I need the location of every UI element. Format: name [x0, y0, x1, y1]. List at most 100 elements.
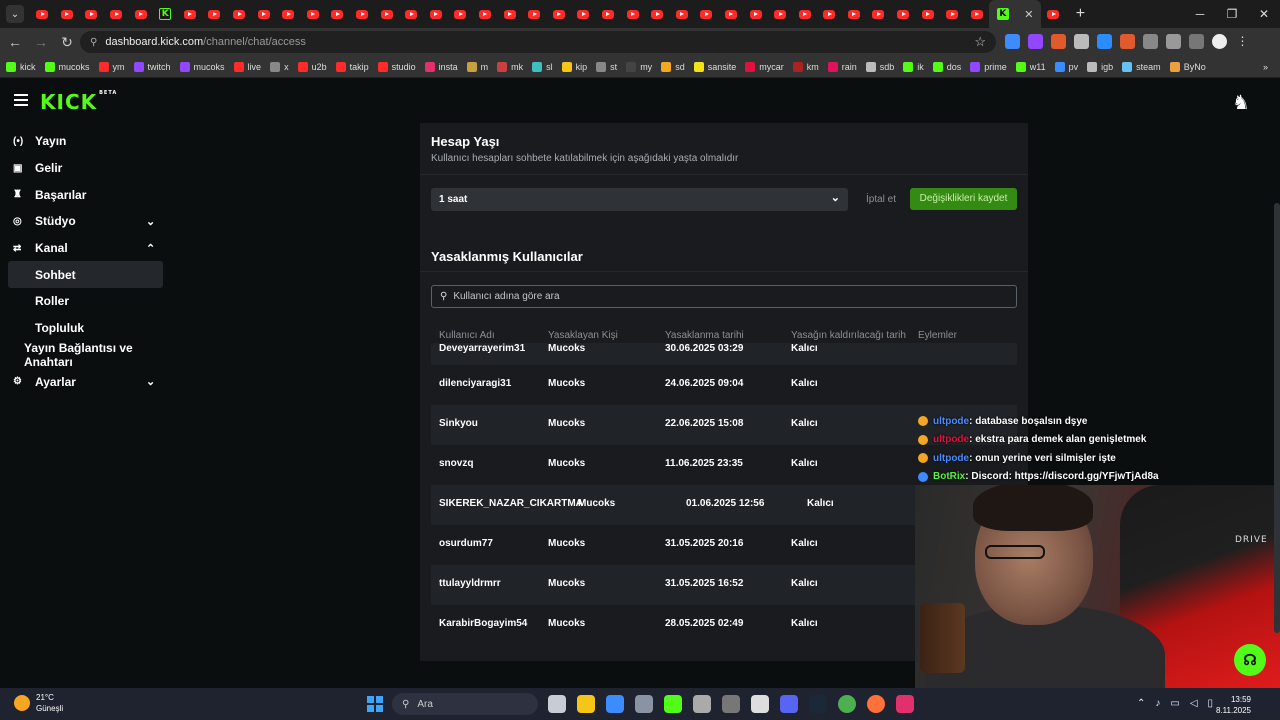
cancel-button[interactable]: İptal et	[866, 188, 896, 211]
bookmark-item[interactable]: mk	[497, 61, 523, 72]
bookmark-star-icon[interactable]: ☆	[974, 34, 986, 50]
browser-tab[interactable]	[276, 0, 301, 28]
browser-tab[interactable]	[30, 0, 55, 28]
bookmark-item[interactable]: km	[792, 61, 819, 72]
network-icon[interactable]: ▭	[1170, 698, 1179, 709]
browser-tab[interactable]	[669, 0, 694, 28]
reload-icon[interactable]: ↻	[56, 34, 78, 51]
bookmark-item[interactable]: sd	[661, 61, 685, 72]
username-search-input[interactable]: ⚲ Kullanıcı adına göre ara	[431, 285, 1017, 308]
browser-tab[interactable]	[424, 0, 449, 28]
browser-tab[interactable]	[915, 0, 940, 28]
bookmark-item[interactable]: x	[270, 61, 289, 72]
bookmark-item[interactable]: insta	[424, 61, 458, 72]
browser-tab[interactable]	[891, 0, 916, 28]
browser-tab[interactable]	[620, 0, 645, 28]
taskbar-search[interactable]: ⚲ Ara	[392, 693, 538, 715]
bookmark-item[interactable]: steam	[1122, 61, 1161, 72]
extension-icon[interactable]	[1005, 34, 1020, 49]
store-icon[interactable]	[606, 695, 624, 713]
bookmark-item[interactable]: kick	[6, 61, 36, 72]
close-window-icon[interactable]: ✕	[1248, 7, 1280, 21]
cell-username[interactable]: Sinkyou	[439, 418, 478, 429]
browser-tab[interactable]	[178, 0, 203, 28]
maximize-icon[interactable]: ❐	[1216, 7, 1248, 21]
sidebar-item-sohbet[interactable]: Sohbet	[8, 261, 163, 289]
clock[interactable]: 13:59 8.11.2025	[1216, 694, 1251, 716]
tab-search-chevron-icon[interactable]: ⌄	[6, 5, 24, 23]
browser-tab[interactable]	[227, 0, 252, 28]
browser-tab[interactable]	[202, 0, 227, 28]
cell-username[interactable]: snovzq	[439, 458, 473, 469]
account-age-select[interactable]: 1 saat ⌄	[431, 188, 848, 211]
browser-tab[interactable]	[350, 0, 375, 28]
save-changes-button[interactable]: Değişiklikleri kaydet	[910, 188, 1017, 210]
cell-username[interactable]: KarabirBogayim54	[439, 618, 527, 629]
bookmark-item[interactable]: twitch	[133, 61, 171, 72]
support-button[interactable]: ☊	[1234, 644, 1266, 676]
browser-tab[interactable]	[817, 0, 842, 28]
settings-icon[interactable]	[635, 695, 653, 713]
close-tab-icon[interactable]: ✕	[1024, 8, 1033, 21]
browser-tab[interactable]	[743, 0, 768, 28]
browser-tab[interactable]	[645, 0, 670, 28]
bookmark-item[interactable]: u2b	[297, 61, 327, 72]
app-icon[interactable]	[693, 695, 711, 713]
browser-tab[interactable]	[694, 0, 719, 28]
sidebar-item-ayarlar[interactable]: ⚙ Ayarlar ⌄	[0, 368, 170, 395]
browser-tab[interactable]	[473, 0, 498, 28]
browser-tab[interactable]: K	[153, 0, 178, 28]
bookmark-item[interactable]: my	[626, 61, 652, 72]
active-tab[interactable]: K ✕	[989, 0, 1042, 28]
browser-tab[interactable]	[79, 0, 104, 28]
menu-icon[interactable]	[14, 94, 28, 106]
bookmark-item[interactable]: prime	[970, 61, 1007, 72]
url-input[interactable]: ⚲ dashboard.kick.com/channel/chat/access…	[80, 31, 996, 53]
bookmark-item[interactable]: sdb	[865, 61, 894, 72]
app-icon[interactable]	[751, 695, 769, 713]
site-info-icon[interactable]: ⚲	[90, 37, 97, 48]
cell-username[interactable]: SIKEREK_NAZAR_CIKARTMA	[439, 498, 583, 509]
bookmark-item[interactable]: w11	[1015, 61, 1046, 72]
browser-tab[interactable]	[104, 0, 129, 28]
bookmark-item[interactable]: mucoks	[44, 61, 90, 72]
bookmark-item[interactable]: sl	[532, 61, 553, 72]
minimize-icon[interactable]: ─	[1184, 7, 1216, 21]
browser-tab[interactable]	[497, 0, 522, 28]
media-icon[interactable]	[1189, 34, 1204, 49]
chevron-up-icon[interactable]: ⌃	[1137, 698, 1145, 709]
browser-tab[interactable]	[719, 0, 744, 28]
sidebar-item-yayin-baglantisi[interactable]: Yayın Bağlantısı ve Anahtarı	[0, 341, 170, 369]
kick-logo[interactable]: KICK BETA	[40, 90, 117, 114]
back-icon[interactable]: ←	[4, 34, 26, 50]
browser-tab[interactable]	[522, 0, 547, 28]
browser-tab[interactable]	[768, 0, 793, 28]
steam-icon[interactable]	[809, 695, 827, 713]
browser-tab[interactable]	[128, 0, 153, 28]
task-view-icon[interactable]	[548, 695, 566, 713]
instagram-icon[interactable]	[896, 695, 914, 713]
bookmark-item[interactable]: ym	[98, 61, 125, 72]
bookmark-item[interactable]: ByNo	[1169, 61, 1206, 72]
windows-start-icon[interactable]	[367, 696, 383, 712]
browser-tab[interactable]	[374, 0, 399, 28]
new-tab-button[interactable]: +	[1076, 5, 1085, 23]
bookmark-item[interactable]: ik	[903, 61, 924, 72]
browser-tab[interactable]	[596, 0, 621, 28]
sidebar-item-gelir[interactable]: ▣ Gelir	[0, 155, 170, 182]
sidebar-item-topluluk[interactable]: Topluluk	[0, 315, 170, 342]
discord-icon[interactable]	[780, 695, 798, 713]
forward-icon[interactable]: →	[30, 34, 52, 50]
battery-icon[interactable]: ▯	[1208, 698, 1214, 709]
cell-username[interactable]: ttulayyldrmrr	[439, 578, 501, 589]
file-explorer-icon[interactable]	[577, 695, 595, 713]
bookmark-item[interactable]: m	[466, 61, 488, 72]
bookmark-item[interactable]: rain	[827, 61, 857, 72]
bookmark-item[interactable]: igb	[1087, 61, 1113, 72]
browser-tab[interactable]	[301, 0, 326, 28]
browser-tab[interactable]	[940, 0, 965, 28]
firefox-icon[interactable]	[867, 695, 885, 713]
browser-tab[interactable]	[251, 0, 276, 28]
bookmark-item[interactable]: live	[233, 61, 261, 72]
browser-tab[interactable]	[1041, 0, 1066, 28]
